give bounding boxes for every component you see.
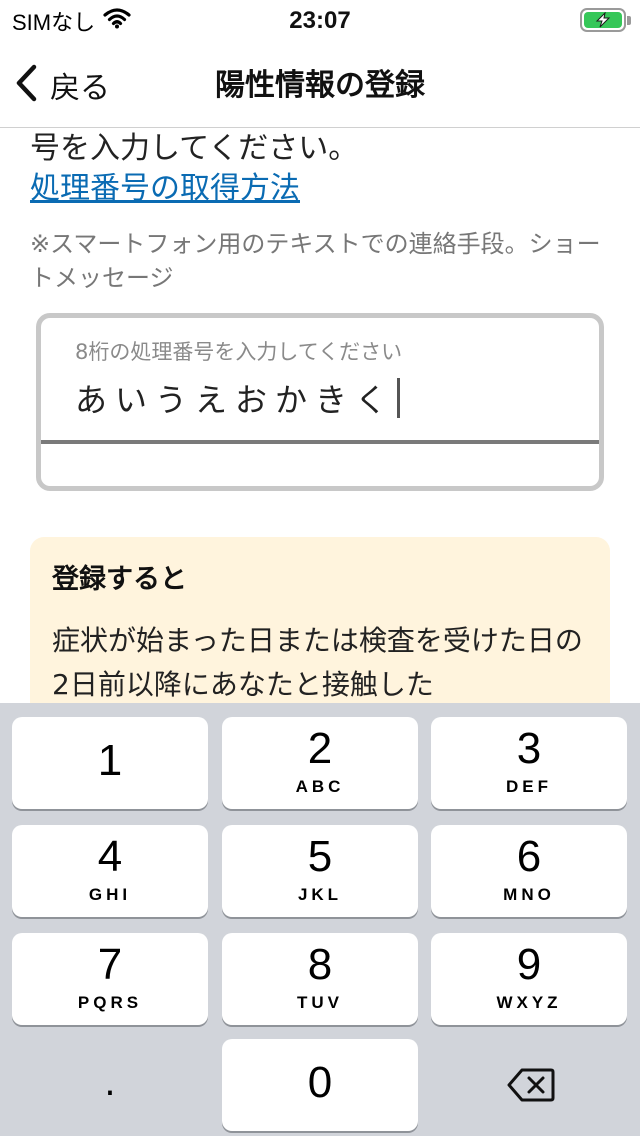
delete-button[interactable] bbox=[431, 1041, 627, 1133]
key-letters: DEF bbox=[506, 777, 552, 796]
input-underline bbox=[41, 440, 599, 444]
key-letters: ABC bbox=[295, 777, 345, 796]
key-digit: 2 bbox=[307, 724, 333, 773]
key-letters: GHI bbox=[88, 885, 132, 904]
key-letters: WXYZ bbox=[496, 993, 562, 1012]
key-dot[interactable]: . bbox=[12, 1041, 208, 1133]
status-bar: SIMなし 23:07 bbox=[0, 0, 640, 44]
key-2[interactable]: 2 ABC bbox=[222, 717, 418, 809]
key-letters: MNO bbox=[503, 885, 555, 904]
how-to-get-number-link[interactable]: 処理番号の取得方法 bbox=[30, 169, 300, 209]
key-1[interactable]: 1 bbox=[12, 717, 208, 809]
page-title: 陽性情報の登録 bbox=[215, 68, 425, 103]
key-8[interactable]: 8 TUV bbox=[222, 933, 418, 1025]
text-caret bbox=[397, 378, 401, 418]
key-digit: 1 bbox=[97, 736, 123, 785]
charging-bolt-icon bbox=[595, 12, 611, 28]
key-letters: TUV bbox=[297, 993, 343, 1012]
key-7[interactable]: 7 PQRS bbox=[12, 933, 208, 1025]
key-digit: 4 bbox=[97, 832, 123, 881]
info-card-body: 症状が始まった日または検査を受けた日の2日前以降にあなたと接触した bbox=[52, 624, 583, 701]
processing-number-input[interactable]: あいうえおかきく bbox=[75, 370, 401, 426]
key-5[interactable]: 5 JKL bbox=[222, 825, 418, 917]
key-digit: 0 bbox=[307, 1058, 333, 1107]
key-dot-label: . bbox=[104, 1063, 116, 1104]
key-digit: 3 bbox=[516, 724, 542, 773]
key-letters: JKL bbox=[297, 885, 343, 904]
battery-cap bbox=[627, 16, 631, 25]
battery-icon bbox=[580, 8, 631, 32]
info-card: 登録すると 症状が始まった日または検査を受けた日の2日前以降にあなたと接触した bbox=[30, 537, 610, 703]
key-digit: 6 bbox=[516, 832, 542, 881]
key-3[interactable]: 3 DEF bbox=[431, 717, 627, 809]
key-4[interactable]: 4 GHI bbox=[12, 825, 208, 917]
key-0[interactable]: 0 bbox=[222, 1039, 418, 1131]
navigation-bar: 戻る 陽性情報の登録 bbox=[0, 44, 640, 128]
instruction-text: 号を入力してください。 bbox=[30, 131, 359, 166]
note-text: ※スマートフォン用のテキストでの連絡手段。ショートメッセージ bbox=[30, 230, 601, 292]
key-digit: 9 bbox=[516, 940, 542, 989]
delete-backspace-icon bbox=[507, 1067, 555, 1107]
key-digit: 7 bbox=[97, 940, 123, 989]
key-digit: 8 bbox=[307, 940, 333, 989]
status-time: 23:07 bbox=[289, 7, 351, 34]
key-letters: PQRS bbox=[77, 993, 143, 1012]
numeric-keypad: 1 2 ABC 3 DEF 4 GHI 5 JKL 6 MNO 7 PQRS 8… bbox=[0, 703, 640, 1136]
input-value-text: あいうえおかきく bbox=[75, 381, 396, 419]
input-label: 8桁の処理番号を入力してください bbox=[75, 340, 403, 364]
battery-level bbox=[584, 12, 622, 28]
key-6[interactable]: 6 MNO bbox=[431, 825, 627, 917]
key-digit: 5 bbox=[307, 832, 333, 881]
info-card-title: 登録すると bbox=[52, 564, 187, 595]
processing-number-field[interactable]: 8桁の処理番号を入力してください あいうえおかきく bbox=[36, 313, 604, 491]
key-9[interactable]: 9 WXYZ bbox=[431, 933, 627, 1025]
content-area[interactable]: 号を入力してください。 処理番号の取得方法 ※スマートフォン用のテキストでの連絡… bbox=[0, 129, 640, 703]
